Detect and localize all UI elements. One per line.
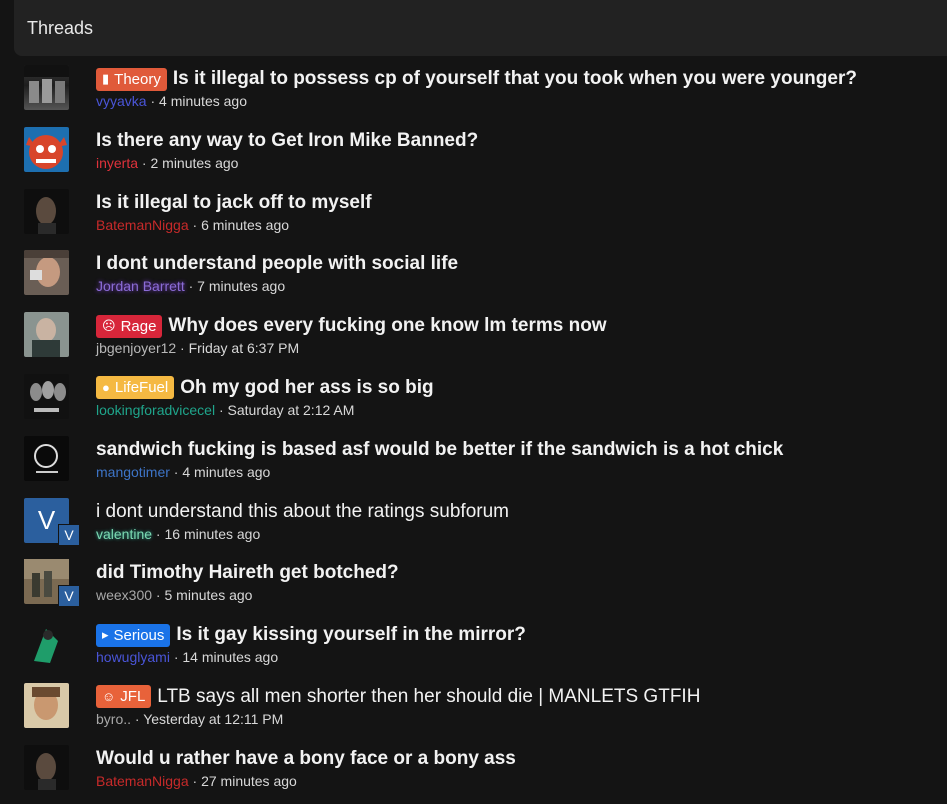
thread-row[interactable]: I dont understand people with social lif… <box>0 247 947 309</box>
prefix-badge[interactable]: ● LifeFuel <box>96 376 175 400</box>
thread-time: 6 minutes ago <box>201 216 290 233</box>
avatar[interactable] <box>24 621 69 667</box>
thread-row[interactable]: Is there any way to Get Iron Mike Banned… <box>0 124 947 186</box>
thread-title[interactable]: did Timothy Haireth get botched? <box>96 562 399 584</box>
thread-author[interactable]: BatemanNigga <box>96 217 189 233</box>
prefix-label: LifeFuel <box>114 379 169 397</box>
thread-title[interactable]: Oh my god her ass is so big <box>180 377 433 399</box>
thread-title[interactable]: LTB says all men shorter then her should… <box>157 686 700 708</box>
thread-title[interactable]: Would u rather have a bony face or a bon… <box>96 748 516 770</box>
thread-author[interactable]: Jordan Barrett <box>96 278 185 294</box>
avatar[interactable] <box>24 312 69 358</box>
prefix-badge[interactable]: ☹ Rage <box>96 314 163 338</box>
avatar[interactable]: V V <box>24 497 80 546</box>
avatar-image <box>24 250 69 288</box>
avatar-badge: V <box>58 523 80 546</box>
thread-time: 2 minutes ago <box>150 154 239 171</box>
thread-author[interactable]: inyerta <box>96 155 138 171</box>
avatar[interactable] <box>24 250 69 296</box>
avatar-image <box>36 752 56 790</box>
avatar[interactable] <box>24 373 69 419</box>
thread-title[interactable]: Why does every fucking one know lm terms… <box>168 315 606 337</box>
prefix-label: Rage <box>120 317 157 335</box>
thread-title[interactable]: Is there any way to Get Iron Mike Banned… <box>96 130 478 152</box>
book-icon: ▮ <box>102 71 110 86</box>
thread-author[interactable]: BatemanNigga <box>96 773 189 789</box>
thread-author[interactable]: howuglyami <box>96 649 170 665</box>
megaphone-icon: ▸ <box>102 627 109 643</box>
avatar-image <box>34 443 58 473</box>
avatar-image <box>30 380 66 412</box>
threads-header-title: Threads <box>27 17 94 38</box>
avatar-badge: V <box>58 585 80 608</box>
prefix-label: JFL <box>120 688 146 706</box>
avatar-image <box>36 196 56 234</box>
threads-header: Threads <box>14 0 947 56</box>
thread-time: 14 minutes ago <box>182 649 279 666</box>
thread-time: Saturday at 2:12 AM <box>227 401 355 418</box>
angry-face-icon: ☹ <box>102 318 116 334</box>
avatar-image <box>34 629 58 664</box>
prefix-badge[interactable]: ☺ JFL <box>96 685 152 709</box>
avatar[interactable] <box>24 65 69 110</box>
thread-row[interactable]: ☺ JFL LTB says all men shorter then her … <box>0 680 947 742</box>
thread-title[interactable]: Is it gay kissing yourself in the mirror… <box>176 624 525 646</box>
prefix-badge[interactable]: ▸ Serious <box>96 623 171 647</box>
thread-time: 16 minutes ago <box>164 525 261 542</box>
thread-row[interactable]: Is it illegal to jack off to myself Bate… <box>0 186 947 248</box>
prefix-label: Serious <box>113 626 165 644</box>
thread-title[interactable]: Is it illegal to jack off to myself <box>96 192 372 214</box>
thread-title[interactable]: i dont understand this about the ratings… <box>96 501 509 523</box>
avatar-image <box>26 134 67 169</box>
thread-author[interactable]: weex300 <box>96 587 152 603</box>
prefix-label: Theory <box>114 70 161 88</box>
thread-author[interactable]: byro.. <box>96 711 131 727</box>
avatar[interactable] <box>24 188 69 234</box>
avatar[interactable]: V <box>24 559 80 608</box>
thread-author[interactable]: mangotimer <box>96 464 170 480</box>
avatar-image <box>24 65 69 103</box>
thread-author[interactable]: lookingforadvicecel <box>96 402 215 418</box>
lightbulb-icon: ● <box>102 380 110 396</box>
thread-row[interactable]: ▸ Serious Is it gay kissing yourself in … <box>0 618 947 680</box>
thread-row[interactable]: ▮ Theory Is it illegal to possess cp of … <box>0 62 947 124</box>
avatar[interactable] <box>24 435 69 481</box>
thread-list: ▮ Theory Is it illegal to possess cp of … <box>0 62 947 804</box>
thread-row[interactable]: sandwich fucking is based asf would be b… <box>0 433 947 495</box>
thread-row[interactable]: ● LifeFuel Oh my god her ass is so big l… <box>0 371 947 433</box>
thread-time: 5 minutes ago <box>164 587 253 604</box>
thread-title[interactable]: Is it illegal to possess cp of yourself … <box>173 68 857 90</box>
thread-author[interactable]: valentine <box>96 526 152 542</box>
thread-row[interactable]: Would u rather have a bony face or a bon… <box>0 742 947 804</box>
thread-author[interactable]: vyyavka <box>96 93 147 109</box>
thread-time: 27 minutes ago <box>201 772 297 789</box>
thread-time: Friday at 6:37 PM <box>188 340 300 357</box>
thread-time: Yesterday at 12:11 PM <box>143 710 284 727</box>
thread-time: 7 minutes ago <box>197 278 286 295</box>
thread-title[interactable]: sandwich fucking is based asf would be b… <box>96 439 783 461</box>
avatar-image <box>32 686 60 720</box>
thread-author[interactable]: jbgenjoyer12 <box>96 340 176 356</box>
thread-row[interactable]: V did Timothy Haireth get botched? weex3… <box>0 556 947 618</box>
thread-title[interactable]: I dont understand people with social lif… <box>96 253 458 275</box>
prefix-badge[interactable]: ▮ Theory <box>96 67 167 91</box>
thread-time: 4 minutes ago <box>182 463 271 480</box>
avatar[interactable] <box>24 682 69 728</box>
thread-time: 4 minutes ago <box>159 93 247 109</box>
laugh-face-icon: ☺ <box>102 689 116 705</box>
avatar-image <box>32 318 60 358</box>
thread-row[interactable]: ☹ Rage Why does every fucking one know l… <box>0 309 947 371</box>
avatar[interactable] <box>24 126 69 172</box>
thread-row[interactable]: V V i dont understand this about the rat… <box>0 495 947 557</box>
avatar[interactable] <box>24 744 69 790</box>
